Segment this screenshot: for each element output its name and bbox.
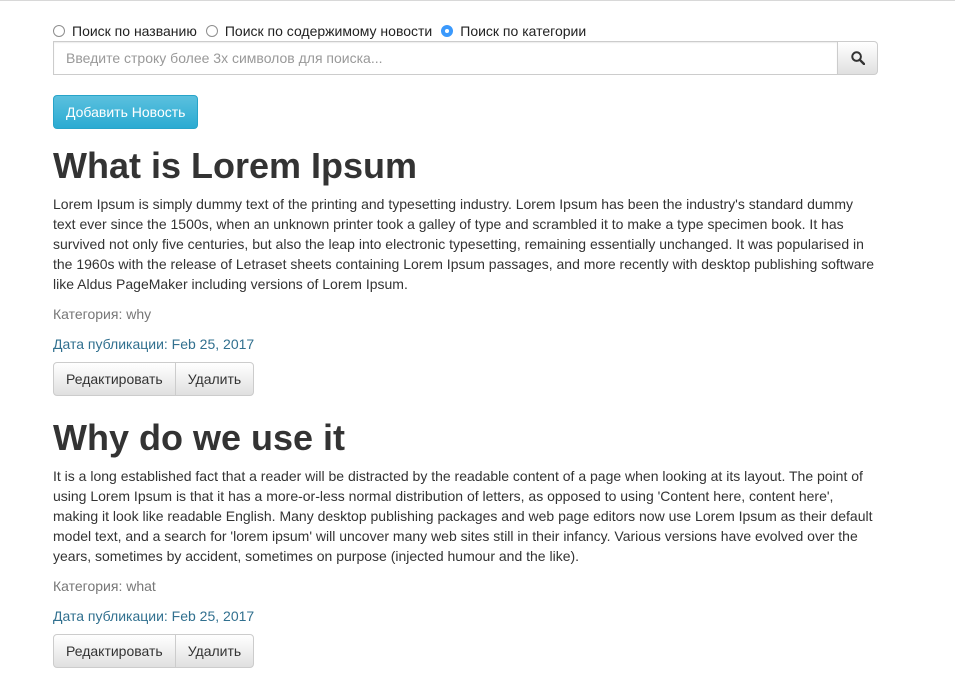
article-actions: Редактировать Удалить — [53, 634, 879, 668]
article-category: Категория: what — [53, 578, 156, 594]
radio-content[interactable] — [205, 25, 218, 37]
article-body: Lorem Ipsum is simply dummy text of the … — [53, 196, 875, 292]
edit-button[interactable]: Редактировать — [53, 362, 176, 396]
delete-button[interactable]: Удалить — [174, 362, 255, 396]
edit-button[interactable]: Редактировать — [53, 634, 176, 668]
radio-category[interactable] — [441, 25, 454, 37]
search-mode-content-label: Поиск по содержимому новости — [224, 23, 433, 39]
delete-button[interactable]: Удалить — [174, 634, 255, 668]
article-title: What is Lorem Ipsum — [53, 145, 418, 186]
article-date: Дата публикации: Feb 25, 2017 — [53, 336, 255, 352]
search-mode-content[interactable]: Поиск по содержимому новости — [205, 23, 433, 39]
add-news-button[interactable]: Добавить Новость — [53, 95, 199, 129]
search-mode-title-label: Поиск по названию — [72, 23, 197, 39]
article-category: Категория: why — [53, 306, 152, 322]
search-icon — [850, 51, 865, 65]
news-page: Поиск по названию Поиск по содержимому н… — [53, 21, 879, 668]
radio-title[interactable] — [53, 25, 65, 37]
news-article: Why do we use it It is a long establishe… — [53, 418, 879, 668]
search-input[interactable] — [53, 41, 838, 75]
article-actions: Редактировать Удалить — [53, 362, 879, 396]
article-date: Дата публикации: Feb 25, 2017 — [53, 608, 255, 624]
search-mode-category-label: Поиск по категории — [460, 23, 587, 39]
search-bar — [53, 41, 879, 75]
news-article: What is Lorem Ipsum Lorem Ipsum is simpl… — [53, 146, 879, 396]
search-mode-group: Поиск по названию Поиск по содержимому н… — [53, 21, 879, 41]
search-button[interactable] — [838, 41, 878, 75]
article-title: Why do we use it — [53, 417, 346, 458]
article-body: It is a long established fact that a rea… — [53, 468, 873, 564]
search-mode-title[interactable]: Поиск по названию — [53, 23, 197, 39]
top-divider — [0, 0, 955, 1]
search-mode-category[interactable]: Поиск по категории — [441, 23, 586, 39]
